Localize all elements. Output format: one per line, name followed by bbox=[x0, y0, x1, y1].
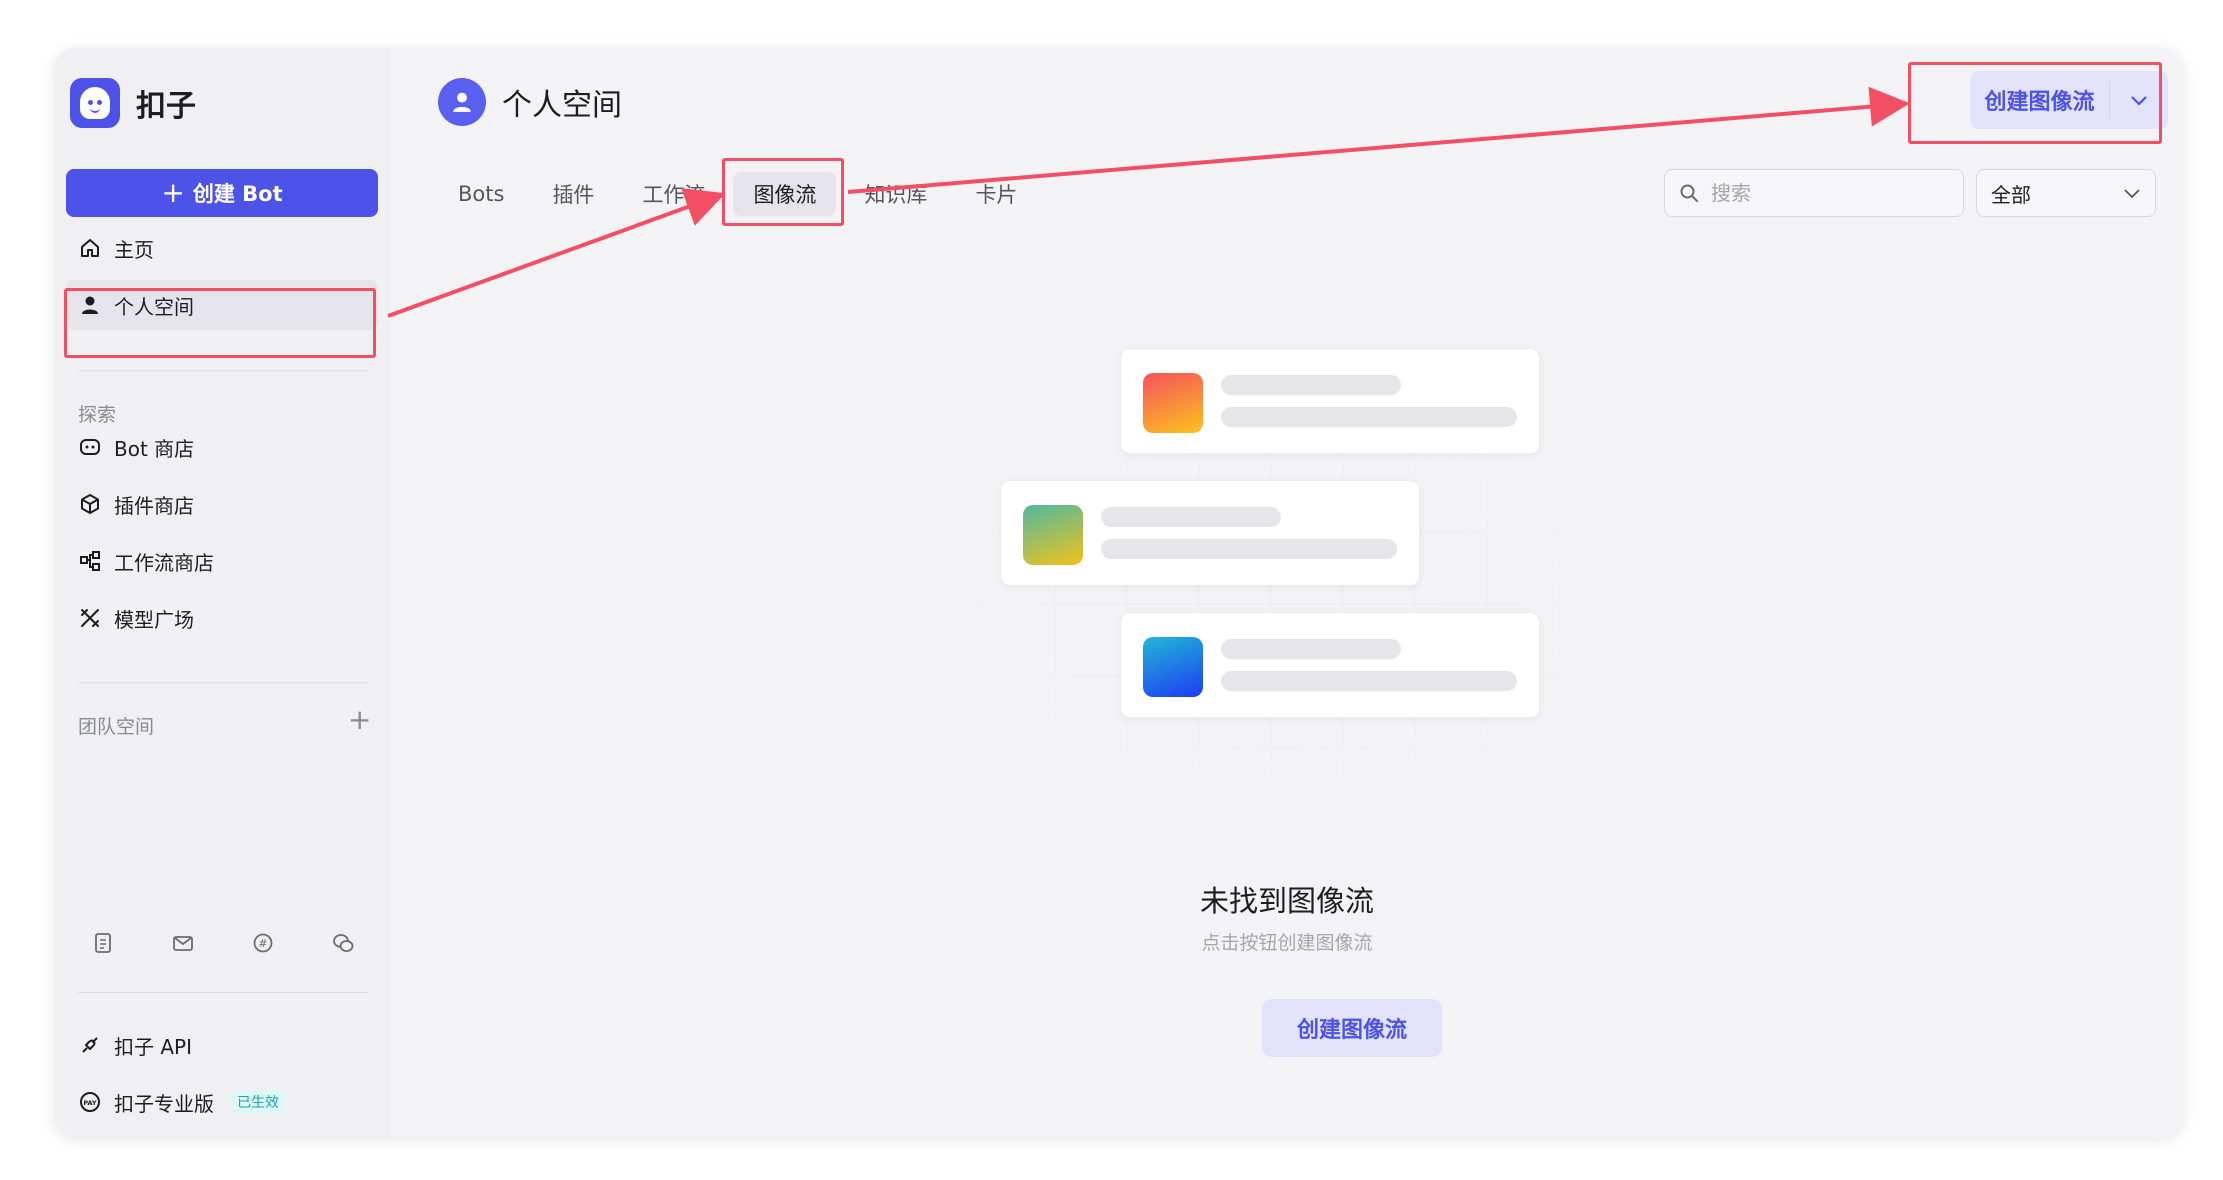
arrow-to-imageflow-tab bbox=[387, 188, 726, 318]
arrow-to-create-button bbox=[847, 86, 1910, 194]
annotation-arrows bbox=[387, 86, 1910, 318]
